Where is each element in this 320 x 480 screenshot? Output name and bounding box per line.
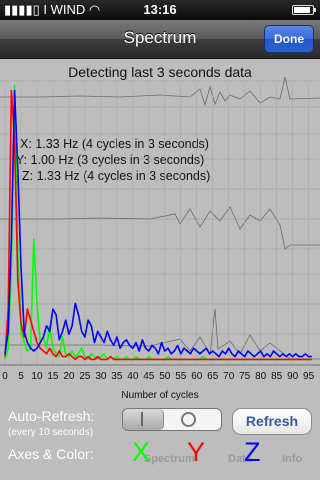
toggle-knob[interactable] bbox=[123, 409, 164, 430]
x-tick-label: 30 bbox=[95, 371, 107, 382]
axis-z-legend: Z bbox=[244, 437, 261, 467]
status-time: 13:16 bbox=[143, 2, 177, 17]
spectrum-chart: 0 5 10 15 20 25 30 35 40 45 50 55 60 65 70 75 80 85 90 95 bbox=[0, 84, 320, 382]
x-tick-label: 5 bbox=[18, 371, 24, 382]
x-tick-label: 25 bbox=[79, 371, 91, 382]
x-tick-label: 10 bbox=[31, 371, 43, 382]
x-tick-label: 20 bbox=[63, 371, 75, 382]
auto-refresh-label: Auto-Refresh: bbox=[8, 408, 95, 424]
x-tick-label: 75 bbox=[239, 371, 251, 382]
x-axis-title: Number of cycles bbox=[121, 390, 199, 401]
navigation-bar: Spectrum Done bbox=[0, 20, 320, 59]
x-tick-label: 60 bbox=[191, 371, 203, 382]
battery-icon bbox=[292, 5, 316, 15]
axes-color-label: Axes & Color: bbox=[8, 446, 94, 462]
x-tick-label: 35 bbox=[111, 371, 123, 382]
x-tick-label: 50 bbox=[159, 371, 171, 382]
x-tick-label: 0 bbox=[2, 371, 8, 382]
x-tick-label: 45 bbox=[143, 371, 155, 382]
x-tick-label: 90 bbox=[287, 371, 299, 382]
auto-refresh-sublabel: (every 10 seconds) bbox=[8, 427, 94, 438]
series-z-line bbox=[4, 89, 312, 358]
axis-x-legend: X bbox=[132, 437, 151, 467]
tab-info-ghost: Info bbox=[282, 453, 303, 465]
x-tick-label: 40 bbox=[127, 371, 139, 382]
refresh-button[interactable]: Refresh bbox=[232, 408, 312, 435]
axis-y-legend: Y bbox=[187, 437, 206, 467]
status-bar: ▮▮▮▮▯ I WIND ◠ 13:16 bbox=[0, 0, 320, 20]
x-tick-label: 65 bbox=[207, 371, 219, 382]
toggle-off-icon bbox=[181, 412, 196, 427]
x-tick-label: 15 bbox=[47, 371, 59, 382]
spectrum-panel: Detecting last 3 seconds data X: 1.33 Hz… bbox=[0, 59, 320, 480]
x-tick-label: 85 bbox=[271, 371, 283, 382]
x-tick-label: 95 bbox=[303, 371, 315, 382]
auto-refresh-toggle[interactable] bbox=[122, 408, 222, 431]
x-tick-label: 80 bbox=[255, 371, 267, 382]
done-button[interactable]: Done bbox=[264, 25, 314, 53]
x-tick-label: 55 bbox=[175, 371, 187, 382]
x-tick-label: 70 bbox=[223, 371, 235, 382]
